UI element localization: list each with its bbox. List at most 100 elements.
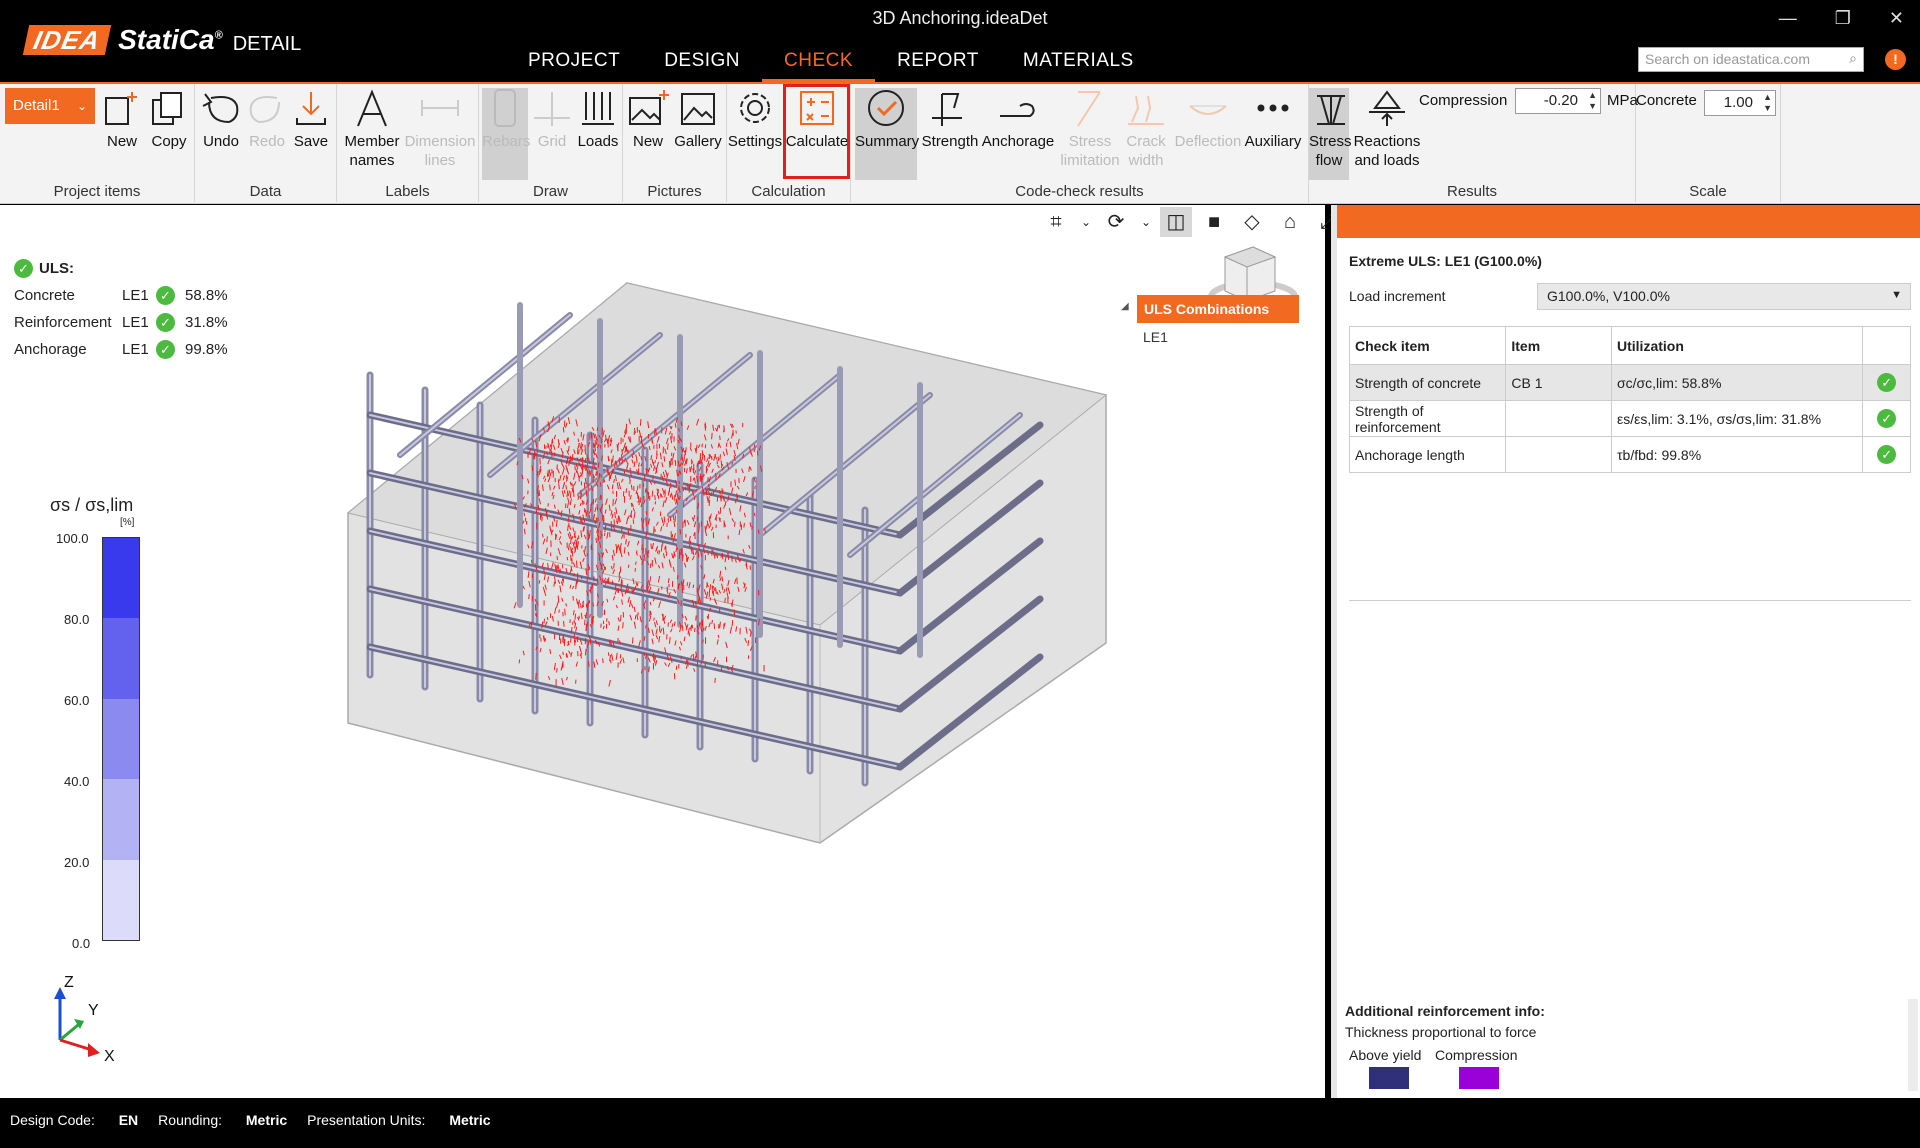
picture-new-button[interactable]: New: [625, 88, 671, 151]
search-placeholder: Search on ideastatica.com: [1645, 51, 1810, 67]
stress-flow-point: [551, 438, 554, 445]
legend-title: σs / σs,lim: [50, 495, 134, 515]
rotate-icon[interactable]: ⟳: [1100, 207, 1132, 237]
col-utilization: Utilization: [1610, 326, 1864, 365]
dimension-lines-button[interactable]: Dimension lines: [403, 88, 477, 170]
stress-flow-point: [724, 566, 727, 571]
summary-label: Summary: [855, 133, 920, 150]
chevron-down-icon[interactable]: ⌄: [1078, 207, 1094, 237]
chevron-down-icon[interactable]: ⌄: [1138, 207, 1154, 237]
stress-flow-point: [577, 496, 580, 500]
grid-button[interactable]: Grid: [530, 88, 574, 151]
stress-flow-point: [631, 637, 634, 644]
window-controls: — ❐ ✕: [1779, 8, 1904, 29]
gallery-button[interactable]: Gallery: [671, 88, 725, 151]
rebars-button[interactable]: Rebars: [482, 88, 530, 180]
undo-button[interactable]: Undo: [199, 88, 243, 151]
redo-button[interactable]: Redo: [245, 88, 289, 151]
title-bar: IDEA StatiCa® DETAIL 3D Anchoring.ideaDe…: [0, 0, 1920, 82]
info-icon[interactable]: !: [1885, 49, 1906, 70]
group-label: Data: [249, 183, 282, 200]
stress-limitation-button[interactable]: Stress limitation: [1057, 88, 1123, 170]
menu-materials[interactable]: MATERIALS: [1001, 48, 1156, 82]
stress-flow-point: [563, 481, 566, 486]
search-input[interactable]: Search on ideastatica.com ⌕: [1638, 47, 1864, 72]
check-ok-icon: ✓: [156, 313, 175, 332]
stress-flow-point: [717, 456, 720, 461]
plane-view-icon[interactable]: ◇: [1236, 207, 1268, 237]
minimize-icon[interactable]: —: [1779, 8, 1797, 29]
member-names-button[interactable]: Member names: [339, 88, 405, 170]
concrete-scale-input[interactable]: 1.00 ▲ ▼: [1704, 90, 1776, 116]
logo-idea: IDEA: [22, 25, 112, 55]
solid-cube-icon[interactable]: ■: [1198, 207, 1230, 237]
load-increment-select[interactable]: G100.0%, V100.0% ▼: [1537, 283, 1911, 310]
compression-input[interactable]: -0.20 ▲ ▼: [1515, 88, 1601, 114]
anchorage-button[interactable]: Anchorage: [981, 88, 1055, 151]
table-row[interactable]: Strength of reinforcement εs/εs,lim: 3.1…: [1348, 400, 1911, 437]
col-status: [1862, 326, 1911, 365]
stress-flow-point: [620, 454, 623, 461]
uls-combinations-header[interactable]: ULS Combinations: [1137, 295, 1299, 323]
crop-icon[interactable]: ⌗: [1040, 207, 1072, 237]
table-row[interactable]: Strength of concrete CB 1 σc/σc,lim: 58.…: [1348, 364, 1911, 401]
rebar-model[interactable]: [340, 275, 1120, 855]
home-icon[interactable]: ⌂: [1274, 207, 1306, 237]
table-row[interactable]: Anchorage length τb/fbd: 99.8% ✓: [1348, 436, 1911, 473]
group-label: Scale: [1689, 183, 1727, 200]
stress-flow-point: [663, 456, 666, 462]
dropdown-arrow-icon: ▼: [1891, 289, 1902, 301]
close-icon[interactable]: ✕: [1889, 8, 1904, 29]
spinner-icon[interactable]: ▲ ▼: [1588, 90, 1597, 112]
wireframe-cube-icon[interactable]: ◫: [1160, 207, 1192, 237]
spinner-icon[interactable]: ▲ ▼: [1763, 92, 1772, 114]
stress-flow-point: [528, 594, 530, 600]
cell-status: ✓: [1862, 364, 1911, 401]
auxiliary-button[interactable]: Auxiliary: [1241, 88, 1305, 151]
summary-button[interactable]: Summary: [855, 88, 920, 180]
col-item: Item: [1505, 326, 1612, 365]
deflection-button[interactable]: Deflection: [1171, 88, 1245, 151]
save-button[interactable]: Save: [289, 88, 333, 151]
save-icon: [296, 92, 326, 125]
stress-flow-point: [708, 500, 711, 506]
axis-y-label: Y: [88, 1002, 99, 1019]
search-icon[interactable]: ⌕: [1849, 50, 1857, 67]
stress-flow-point: [597, 479, 599, 483]
menu-check[interactable]: CHECK: [762, 48, 876, 82]
settings-button[interactable]: Settings: [727, 88, 783, 151]
stress-flow-point: [657, 489, 659, 495]
stress-flow-point: [535, 672, 537, 680]
tree-collapse-icon[interactable]: ◢: [1121, 301, 1129, 312]
stress-flow-button[interactable]: Stress flow: [1309, 88, 1352, 180]
restore-icon[interactable]: ❐: [1835, 8, 1851, 29]
menu-report[interactable]: REPORT: [875, 48, 1001, 82]
stress-flow-point: [725, 587, 728, 592]
3d-viewport[interactable]: ⌗ ⌄ ⟳ ⌄ ◫ ■ ◇ ⌂ ⤢ ✓ ULS: Concrete LE1 ✓ 5…: [0, 205, 1336, 1098]
concrete-scale-label: Concrete: [1636, 92, 1697, 109]
color-legend-bar: [102, 537, 140, 941]
compression-swatch: [1459, 1067, 1499, 1089]
combination-item-le1[interactable]: LE1: [1143, 329, 1168, 345]
panel-scrollbar[interactable]: [1908, 999, 1918, 1091]
extreme-uls-title: Extreme ULS: LE1 (G100.0%): [1349, 253, 1542, 269]
stress-flow-point: [720, 667, 723, 671]
check-ok-icon: ✓: [156, 340, 175, 359]
strength-button[interactable]: Strength: [919, 88, 981, 151]
stress-flow-point: [523, 528, 526, 535]
loads-button[interactable]: Loads: [576, 88, 620, 151]
new-item-button[interactable]: New: [100, 88, 144, 151]
menu-project[interactable]: PROJECT: [506, 48, 642, 82]
dimension-icon: [421, 100, 459, 116]
menu-design[interactable]: DESIGN: [642, 48, 762, 82]
dimension-lines-label-1: Dimension: [404, 133, 476, 150]
reactions-loads-button[interactable]: Reactions and loads: [1351, 88, 1423, 170]
stress-flow-point: [748, 466, 750, 472]
member-names-label-1: Member: [344, 133, 400, 150]
group-label: Project items: [53, 183, 141, 200]
crack-width-button[interactable]: Crack width: [1121, 88, 1171, 170]
stress-flow-point: [582, 514, 585, 521]
copy-button[interactable]: Copy: [146, 88, 192, 151]
detail-selector[interactable]: Detail1 ⌄: [5, 88, 95, 124]
calculate-highlight-box: [783, 84, 850, 179]
